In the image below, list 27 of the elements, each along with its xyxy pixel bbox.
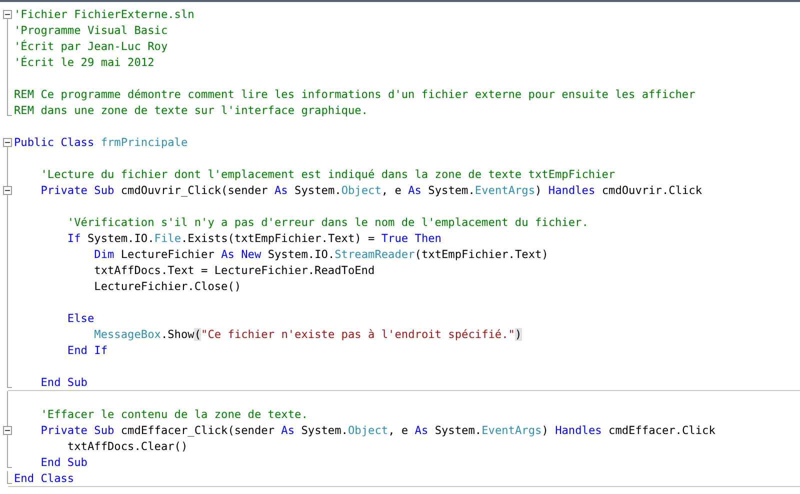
code-line: LectureFichier.Close() bbox=[93, 280, 242, 293]
code-line: Else bbox=[66, 312, 94, 325]
code-line: 'Écrit le 29 mai 2012 bbox=[14, 56, 154, 69]
code-line: End Class bbox=[14, 472, 74, 485]
code-line: Dim LectureFichier As New System.IO.StreamReader(txtEmpFichier.Text) bbox=[93, 248, 548, 261]
code-line: 'Programme Visual Basic bbox=[14, 24, 168, 37]
code-line: Private Sub cmdEffacer_Click(sender As System.Object, e As System.EventArgs) Handles cmdEffacer.Click bbox=[40, 424, 716, 437]
code-line: MessageBox.Show("Ce fichier n'existe pas à l'endroit spécifié.") bbox=[93, 328, 522, 341]
collapse-icon[interactable] bbox=[3, 138, 12, 147]
code-line: End Sub bbox=[40, 456, 88, 469]
code-line: 'Écrit par Jean-Luc Roy bbox=[14, 40, 168, 53]
code-line: 'Vérification s'il n'y a pas d'erreur dans le nom de l'emplacement du fichier. bbox=[66, 216, 588, 229]
code-line: 'Effacer le contenu de la zone de texte. bbox=[40, 408, 308, 421]
code-line: End If bbox=[66, 344, 108, 357]
code-line: 'Lecture du fichier dont l'emplacement est indiqué dans la zone de texte txtEmpFichier bbox=[40, 168, 616, 181]
code-line: txtAffDocs.Clear() bbox=[66, 440, 188, 453]
code-line: Private Sub cmdOuvrir_Click(sender As System.Object, e As System.EventArgs) Handles cmdOuvrir.Click bbox=[40, 184, 702, 197]
code-line: Public Class frmPrincipale bbox=[14, 136, 188, 149]
collapse-icon[interactable] bbox=[3, 426, 12, 435]
code-line: REM dans une zone de texte sur l'interface graphique. bbox=[14, 104, 368, 117]
code-line: End Sub bbox=[40, 376, 88, 389]
code-line: If System.IO.File.Exists(txtEmpFichier.Text) = True Then bbox=[66, 232, 442, 245]
collapse-icon[interactable] bbox=[3, 186, 12, 195]
code-line: txtAffDocs.Text = LectureFichier.ReadToEnd bbox=[93, 264, 375, 277]
collapse-icon[interactable] bbox=[3, 10, 12, 19]
code-line: REM Ce programme démontre comment lire les informations d'un fichier externe pour ensuite les afficher bbox=[14, 88, 696, 101]
code-line: 'Fichier FichierExterne.sln bbox=[14, 8, 194, 21]
